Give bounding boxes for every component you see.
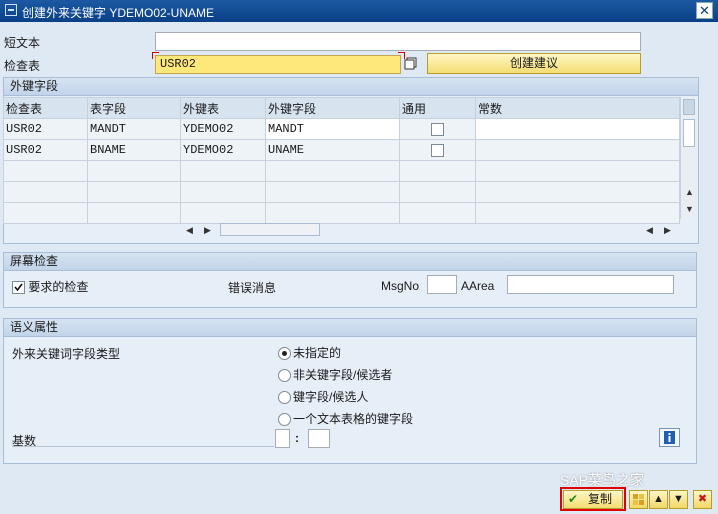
local-view-icon[interactable] [629, 490, 648, 509]
short-text-input[interactable] [155, 32, 641, 51]
cell-check-table: USR02 [3, 118, 88, 140]
cell-constant [475, 139, 680, 161]
radio-icon[interactable] [278, 391, 291, 405]
radio-icon[interactable] [278, 413, 291, 427]
radio-label: 键字段/候选人 [293, 390, 369, 404]
info-button[interactable] [659, 428, 680, 447]
required-check-label: 要求的检查 [28, 280, 89, 294]
scroll-up-icon[interactable]: ▲ [685, 187, 694, 197]
cardinality-separator: : [295, 431, 299, 445]
short-text-label: 短文本 [4, 36, 41, 50]
msgno-input[interactable] [427, 275, 457, 294]
scroll-right-icon[interactable]: ▶ [204, 225, 211, 236]
horizontal-scrollbar[interactable]: ◀ ▶ ◀ ▶ [180, 222, 680, 238]
divider [12, 446, 274, 447]
column-header[interactable]: 外键表 [180, 97, 266, 119]
cell-check-table: USR02 [3, 139, 88, 161]
cell-constant[interactable] [475, 118, 680, 140]
cancel-icon[interactable]: ✖ [693, 490, 712, 509]
field-type-label: 外来关键词字段类型 [12, 347, 121, 361]
radio-option[interactable]: 键字段/候选人 [278, 388, 368, 405]
cell-table-field: MANDT [87, 118, 181, 140]
table-row [3, 181, 680, 203]
generic-checkbox[interactable] [431, 123, 444, 137]
group-title: 屏幕检查 [4, 253, 696, 271]
radio-option[interactable]: 非关键字段/候选者 [278, 366, 392, 383]
check-icon: ✔ [568, 492, 579, 506]
cell-foreign-table: YDEMO02 [180, 118, 266, 140]
cell-generic [399, 139, 476, 161]
column-header[interactable]: 检查表 [3, 97, 88, 119]
move-down-icon[interactable]: ▼ [669, 490, 688, 509]
scroll-right-icon[interactable]: ▶ [664, 225, 671, 236]
required-check-checkbox[interactable]: 要求的检查 [12, 278, 88, 295]
radio-label: 未指定的 [293, 346, 342, 360]
cell-foreign-field: UNAME [265, 139, 400, 161]
scroll-left-icon[interactable]: ◀ [646, 225, 653, 236]
create-proposal-button[interactable]: 创建建议 [427, 53, 641, 74]
copy-button-label: 复制 [587, 492, 612, 506]
copy-button[interactable]: ✔ 复制 [563, 490, 623, 509]
window-icon [5, 4, 17, 16]
table-row [3, 160, 680, 182]
cell-foreign-table: YDEMO02 [180, 139, 266, 161]
vertical-scrollbar[interactable]: ▲ ▼ [680, 97, 698, 219]
table-row: USR02 MANDT YDEMO02 MANDT [3, 118, 680, 140]
radio-option[interactable]: 一个文本表格的键字段 [278, 410, 413, 427]
radio-icon[interactable] [278, 347, 291, 361]
cell-generic [399, 118, 476, 140]
table-row: USR02 BNAME YDEMO02 UNAME [3, 139, 680, 161]
move-up-icon[interactable]: ▲ [649, 490, 668, 509]
foreign-key-table: 检查表 表字段 外键表 外键字段 通用 常数 USR02 MANDT YDEMO… [3, 97, 680, 224]
window-title: 创建外来关键字 YDEMO02-UNAME [22, 6, 215, 20]
value-help-icon[interactable] [404, 57, 417, 70]
group-title: 语义属性 [4, 319, 696, 337]
column-settings-icon[interactable] [683, 99, 695, 115]
cardinality-right-input[interactable] [308, 429, 330, 448]
radio-label: 非关键字段/候选者 [293, 368, 393, 382]
table-header-row: 检查表 表字段 外键表 外键字段 通用 常数 [3, 97, 680, 119]
cardinality-left-input[interactable] [275, 429, 290, 448]
aarea-input[interactable] [507, 275, 674, 294]
aarea-label: AArea [461, 279, 495, 293]
radio-option[interactable]: 未指定的 [278, 344, 341, 361]
column-header[interactable]: 表字段 [87, 97, 181, 119]
checkbox[interactable] [12, 281, 25, 295]
error-message-label: 错误消息 [228, 281, 277, 295]
generic-checkbox[interactable] [431, 144, 444, 158]
table-row [3, 202, 680, 224]
radio-label: 一个文本表格的键字段 [293, 412, 414, 426]
scroll-left-icon[interactable]: ◀ [186, 225, 193, 236]
radio-icon[interactable] [278, 369, 291, 383]
title-bar: 创建外来关键字 YDEMO02-UNAME ✕ [0, 0, 718, 22]
check-table-label: 检查表 [4, 59, 41, 73]
column-header[interactable]: 常数 [475, 97, 680, 119]
column-header[interactable]: 通用 [399, 97, 476, 119]
msgno-label: MsgNo [381, 279, 420, 293]
scroll-thumb[interactable] [220, 223, 320, 236]
check-table-input[interactable]: USR02 [155, 55, 401, 74]
close-icon[interactable]: ✕ [696, 2, 713, 19]
cell-foreign-field[interactable]: MANDT [265, 118, 400, 140]
cell-table-field: BNAME [87, 139, 181, 161]
scroll-thumb[interactable] [683, 119, 695, 147]
scroll-down-icon[interactable]: ▼ [685, 204, 694, 214]
column-header[interactable]: 外键字段 [265, 97, 400, 119]
group-title: 外键字段 [4, 78, 698, 96]
